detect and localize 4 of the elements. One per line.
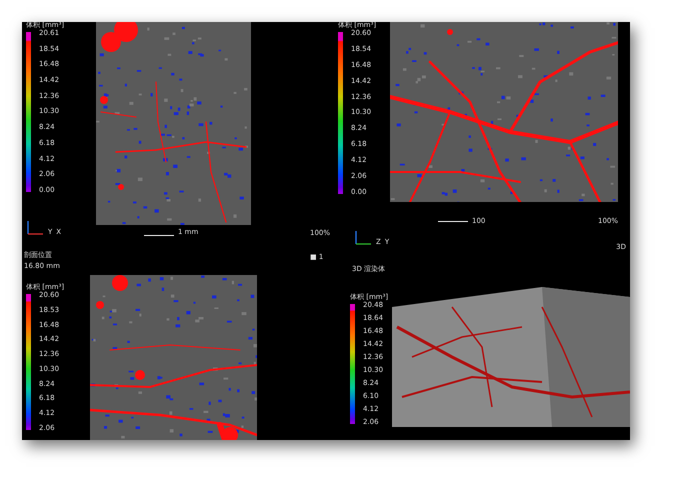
scale-bar bbox=[438, 218, 468, 222]
axes-icon bbox=[26, 220, 44, 236]
scale-bar bbox=[144, 232, 174, 236]
axes-icon bbox=[354, 230, 372, 246]
